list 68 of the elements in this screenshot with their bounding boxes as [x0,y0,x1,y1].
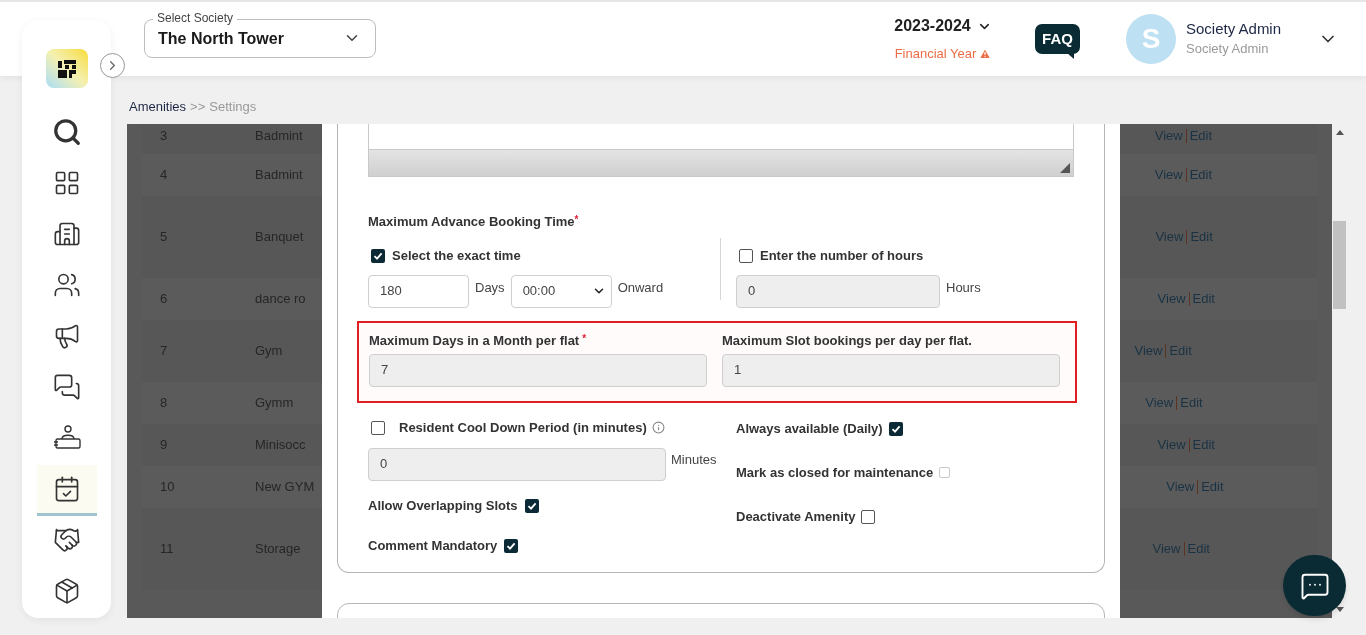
option-label: Mark as closed for maintenance [736,463,934,482]
year-select[interactable]: 2023-2024 [894,14,971,39]
action-link[interactable]: View [1145,393,1174,413]
option-label: Select the exact time [392,246,521,265]
action-link[interactable]: Edit [1190,227,1213,247]
action-link[interactable]: Edit [1169,341,1192,361]
action-link[interactable]: Edit [1180,393,1203,413]
resize-handle-icon[interactable] [1060,163,1070,173]
bubble-tail-icon [1067,53,1074,59]
action-link[interactable]: Edit [1189,165,1213,185]
user-role: Society Admin [1186,40,1270,58]
app-logo[interactable] [45,49,88,88]
select-label: Select Society [153,10,238,25]
action-link[interactable]: View [1154,165,1183,185]
option-label: Resident Cool Down Period (in minutes) [399,418,647,437]
suffix-label: Onward [617,279,664,298]
scroll-thumb[interactable] [1333,221,1346,309]
required-mark: * [582,332,587,344]
financial-year-label: Financial Year [894,45,977,64]
section-label: Maximum Advance Booking Time [368,214,575,229]
action-link[interactable]: View [1154,126,1183,146]
required-mark: * [574,214,579,225]
action-link[interactable]: View [1166,477,1195,497]
warning-icon [979,48,992,60]
field-label: Maximum Days in a Month per flat [369,332,580,348]
action-link[interactable]: Edit [1201,477,1224,497]
breadcrumb-item[interactable]: Amenities [129,97,187,117]
action-link[interactable]: Edit [1187,539,1210,559]
desk-person-icon[interactable] [51,424,82,452]
checkbox[interactable] [861,509,876,524]
field-label: Maximum Slot bookings per day per flat. [722,332,972,348]
nav-item[interactable] [36,465,97,516]
unit-label: Days [475,279,505,298]
time-select[interactable]: 00:00 [510,274,612,308]
action-link[interactable]: Edit [1189,126,1213,146]
unit-label: Minutes [671,451,717,470]
scroll-down-icon[interactable] [1335,607,1344,612]
action-link[interactable]: View [1155,227,1184,247]
input-field[interactable]: 180 [368,274,469,308]
action-link[interactable]: View [1152,539,1181,559]
option-label: Deactivate Amenity [736,507,856,526]
building-icon[interactable] [52,220,81,248]
action-link[interactable]: View [1157,435,1186,455]
option-label: Enter the number of hours [760,246,924,265]
option-label: Always available (Daily) [736,419,883,438]
unit-label: Hours [946,279,981,298]
user-name: Society Admin [1186,20,1283,38]
breadcrumb-item: Settings [209,98,257,117]
action-link[interactable]: View [1134,341,1163,361]
avatar[interactable]: S [1126,14,1176,64]
checkbox[interactable] [524,498,539,513]
chat-icon[interactable] [52,373,81,401]
search-icon[interactable] [51,117,82,147]
action-link[interactable]: Edit [1192,289,1215,309]
scroll-up-icon[interactable] [1335,130,1344,135]
checkbox[interactable] [888,421,903,436]
faq-button[interactable]: FAQ [1035,24,1080,54]
action-link[interactable]: Edit [1192,435,1215,455]
breadcrumb-separator: >> [190,98,206,117]
select-value: The North Tower [158,29,284,49]
info-icon[interactable] [651,421,665,434]
handshake-icon[interactable] [52,526,81,554]
option-label: Comment Mandatory [368,536,498,555]
option-label: Allow Overlapping Slots [368,496,518,515]
action-link[interactable]: View [1157,289,1186,309]
checkbox[interactable] [504,538,519,553]
people-icon[interactable] [52,271,81,299]
checkbox[interactable] [371,248,385,263]
